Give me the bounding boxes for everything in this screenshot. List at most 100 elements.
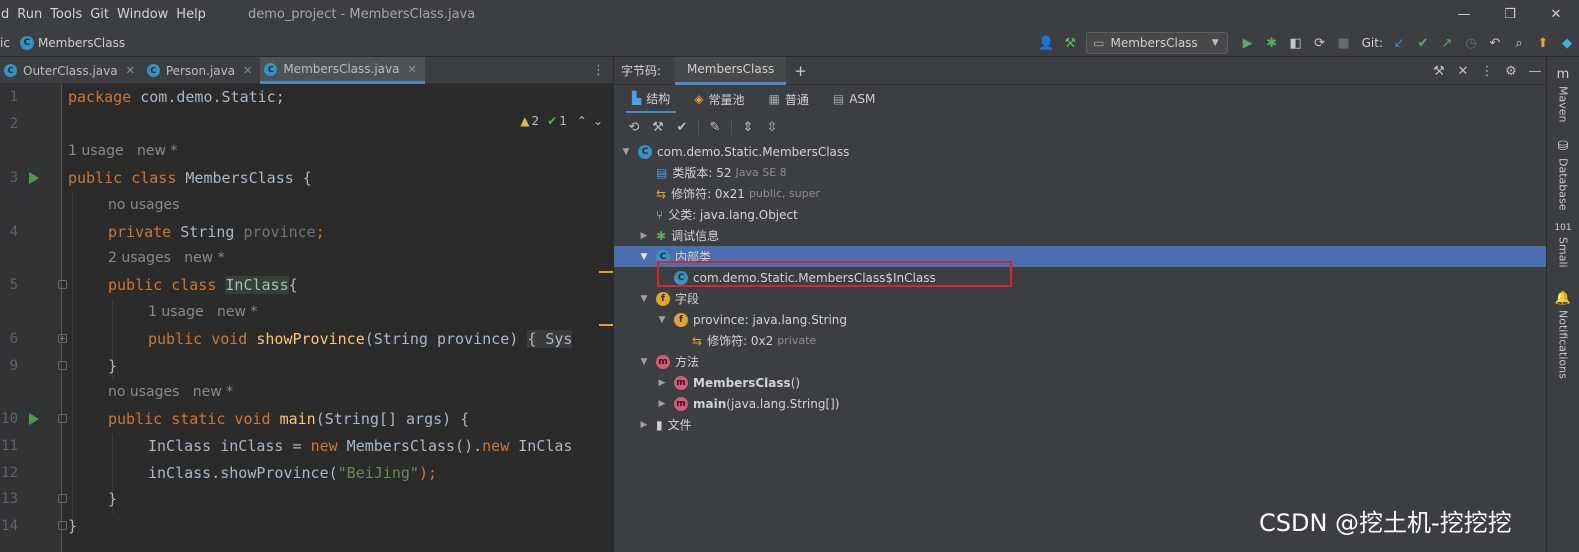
- tool-window-maven[interactable]: m Maven: [1550, 67, 1576, 122]
- divider: [731, 119, 732, 135]
- chevron-right-icon[interactable]: ▶: [656, 378, 668, 388]
- profile-icon[interactable]: ⟳: [1309, 32, 1331, 54]
- menu-item-window[interactable]: Window: [117, 7, 176, 22]
- tree-sublabel: (): [790, 375, 801, 390]
- menu-item-help[interactable]: Help: [176, 7, 214, 22]
- tree-node-method-main[interactable]: ▶ m main (java.lang.String[]): [614, 393, 1547, 414]
- line-number: 1: [9, 89, 18, 105]
- usage-hint[interactable]: 1 usage new *: [68, 138, 177, 165]
- chevron-down-icon[interactable]: ▼: [656, 315, 668, 325]
- menu-item-tools[interactable]: Tools: [50, 7, 90, 22]
- tree-node-version[interactable]: ▤ 类版本: 52 Java SE 8: [614, 162, 1547, 183]
- git-commit-icon[interactable]: ✔: [1412, 32, 1434, 54]
- chevron-down-icon[interactable]: ▼: [638, 357, 650, 367]
- run-gutter-icon[interactable]: [29, 172, 39, 184]
- watermark: CSDN @挖土机-挖挖挖: [1259, 509, 1512, 537]
- chevron-down-icon[interactable]: ▼: [638, 294, 650, 304]
- tree-node-debug[interactable]: ▶ ✱ 调试信息: [614, 225, 1547, 246]
- class-icon: C: [264, 62, 278, 76]
- tab-constant-pool[interactable]: ◈ 常量池: [688, 85, 750, 113]
- tool-window-notifications[interactable]: 🔔 Notifications: [1550, 291, 1576, 379]
- tree-node-fields[interactable]: ▼ f 字段: [614, 288, 1547, 309]
- method-params: (String[] args) {: [315, 410, 470, 428]
- tree-node-methods[interactable]: ▼ m 方法: [614, 351, 1547, 372]
- git-push-icon[interactable]: ↗: [1436, 32, 1458, 54]
- tree-node-superclass[interactable]: ⑂ 父类: java.lang.Object: [614, 204, 1547, 225]
- folded-body[interactable]: { Sys: [527, 330, 573, 348]
- menu-item-run[interactable]: Run: [17, 7, 50, 22]
- chevron-down-icon[interactable]: ▼: [638, 252, 650, 262]
- run-config-select[interactable]: ▭ MembersClass ▼: [1086, 32, 1228, 54]
- chevron-up-icon[interactable]: ⌃: [577, 114, 587, 128]
- tab-general[interactable]: ▦ 普通: [763, 85, 815, 113]
- tab-outerclass[interactable]: C OuterClass.java ✕: [0, 57, 143, 84]
- code-area[interactable]: ▲ 2 ✔ 1 ⌃ ⌄ package com.demo.Static; 1 u…: [62, 84, 613, 552]
- tree-node-modifiers[interactable]: ⇆ 修饰符: 0x21 public, super: [614, 183, 1547, 204]
- menu-item-file[interactable]: d: [0, 7, 17, 22]
- chevron-right-icon[interactable]: ▶: [656, 399, 668, 409]
- tab-bytecode-class[interactable]: MembersClass: [675, 56, 787, 85]
- hierarchy-icon: ⑂: [656, 207, 664, 222]
- tab-person[interactable]: C Person.java ✕: [143, 57, 261, 84]
- usage-hint[interactable]: 2 usages new *: [108, 245, 225, 272]
- run-icon[interactable]: ▶: [1237, 32, 1259, 54]
- tab-asm[interactable]: ▤ ASM: [827, 85, 882, 113]
- usage-hint[interactable]: no usages: [108, 192, 179, 219]
- coverage-icon[interactable]: ◧: [1285, 32, 1307, 54]
- more-vertical-icon[interactable]: ⋮: [1475, 64, 1499, 79]
- close-icon[interactable]: ✕: [407, 63, 416, 76]
- git-update-icon[interactable]: ↙: [1388, 32, 1410, 54]
- punctuation: );: [418, 464, 437, 482]
- expand-all-icon[interactable]: ⇕: [736, 120, 760, 135]
- tree-node-method-ctor[interactable]: ▶ m MembersClass (): [614, 372, 1547, 393]
- chevron-right-icon[interactable]: ▶: [638, 420, 650, 430]
- gear-icon[interactable]: ⚙: [1499, 64, 1523, 79]
- update-icon[interactable]: ⬆: [1532, 32, 1554, 54]
- close-icon[interactable]: ✕: [1533, 0, 1579, 29]
- warning-marker[interactable]: [599, 324, 613, 326]
- breadcrumb-prefix[interactable]: ic: [0, 36, 10, 50]
- more-vertical-icon[interactable]: ⋮: [592, 63, 605, 78]
- close-icon[interactable]: ✕: [126, 64, 135, 77]
- close-icon[interactable]: ✕: [1451, 64, 1475, 79]
- tool-window-database[interactable]: ⛁ Database: [1550, 139, 1576, 211]
- build-hammer-icon[interactable]: ⚒: [1059, 32, 1081, 54]
- wrench-icon[interactable]: ⚒: [1427, 64, 1451, 79]
- menu-item-git[interactable]: Git: [90, 7, 117, 22]
- tree-node-file[interactable]: ▶ ▮ 文件: [614, 414, 1547, 435]
- collapse-all-icon[interactable]: ⇳: [760, 120, 784, 135]
- tree-node-field-province[interactable]: ▼ f province: java.lang.String: [614, 309, 1547, 330]
- minimize-icon[interactable]: —: [1441, 0, 1487, 29]
- warning-marker[interactable]: [599, 271, 613, 273]
- run-gutter-icon[interactable]: [29, 413, 39, 425]
- usage-hint[interactable]: 1 usage new *: [148, 299, 257, 326]
- edit-icon[interactable]: ✎: [703, 120, 727, 135]
- add-tab-icon[interactable]: +: [794, 62, 807, 80]
- rollback-icon[interactable]: ↶: [1484, 32, 1506, 54]
- plugin-icon[interactable]: ◆: [1556, 32, 1578, 54]
- refresh-icon[interactable]: ⟲: [622, 120, 646, 135]
- chevron-down-icon[interactable]: ⌄: [593, 114, 603, 128]
- tab-structure[interactable]: ▙ 结构: [626, 85, 677, 113]
- keyword: class: [162, 276, 226, 294]
- breadcrumb-class[interactable]: MembersClass: [38, 36, 125, 50]
- user-icon[interactable]: 👤: [1035, 32, 1057, 54]
- chevron-down-icon[interactable]: ▼: [620, 147, 632, 157]
- tree-node-field-modifiers[interactable]: ⇆ 修饰符: 0x2 private: [614, 330, 1547, 351]
- stop-icon[interactable]: ■: [1333, 32, 1355, 54]
- search-icon[interactable]: ⌕: [1508, 32, 1530, 54]
- history-icon[interactable]: ◷: [1460, 32, 1482, 54]
- tree-node-root[interactable]: ▼ C com.demo.Static.MembersClass: [614, 141, 1547, 162]
- line-number: 9: [9, 358, 18, 374]
- debug-icon[interactable]: ✱: [1261, 32, 1283, 54]
- tool-window-smali[interactable]: 101 Smali: [1550, 223, 1576, 268]
- hammer-icon[interactable]: ⚒: [646, 120, 670, 135]
- usage-hint[interactable]: no usages new *: [108, 379, 233, 406]
- restore-icon[interactable]: ❐: [1487, 0, 1533, 29]
- chevron-right-icon[interactable]: ▶: [638, 231, 650, 241]
- check-icon[interactable]: ✔: [670, 120, 694, 135]
- close-icon[interactable]: ✕: [243, 64, 252, 77]
- minimize-icon[interactable]: —: [1523, 64, 1547, 79]
- tab-membersclass[interactable]: C MembersClass.java ✕: [260, 57, 425, 84]
- inspection-widget[interactable]: ▲ 2 ✔ 1 ⌃ ⌄: [520, 114, 603, 128]
